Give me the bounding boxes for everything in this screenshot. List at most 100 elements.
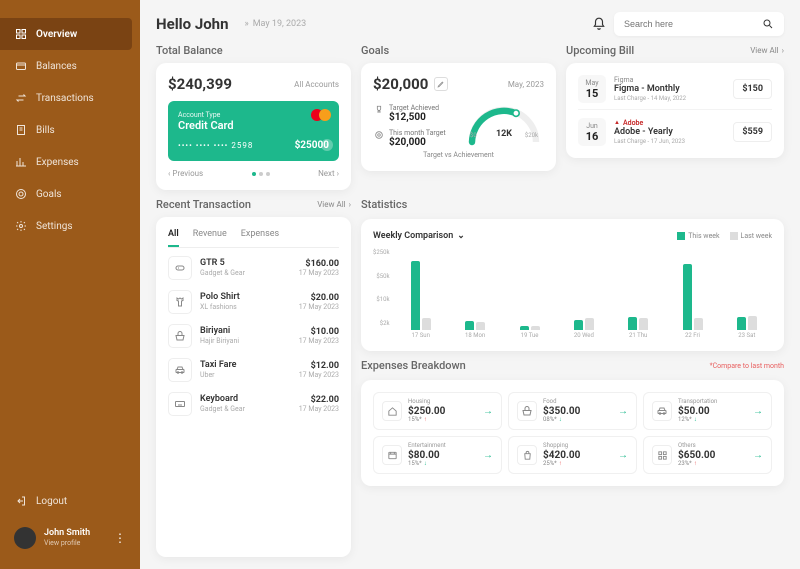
cc-number: •••• •••• •••• 2598 [178, 141, 253, 150]
exp-category: Transportation [678, 399, 747, 406]
bar-label: 21 Thu [629, 332, 647, 339]
right-column: Statistics Weekly Comparison⌄ This week … [361, 198, 784, 557]
tx-date: 17 May 2023 [299, 337, 339, 345]
transaction-item[interactable]: Polo ShirtXL fashions$20.0017 May 2023 [168, 290, 339, 314]
credit-card[interactable]: Account Type Credit Card •••• •••• •••• … [168, 101, 339, 161]
tx-sub: Hajir Biriyani [200, 337, 291, 345]
exp-pct: 15%* ↑ [408, 417, 477, 424]
achieved-val: $12,500 [389, 112, 439, 123]
bar-group: 17 Sun [411, 258, 431, 339]
exp-pct: 08%* ↓ [543, 417, 612, 424]
bill-sub: Last Charge - 14 May, 2022 [614, 95, 725, 102]
exp-value: $250.00 [408, 406, 477, 417]
bar-group: 22 Fri [683, 258, 703, 339]
tx-name: Taxi Fare [200, 360, 291, 371]
target-val: $20,000 [389, 137, 446, 148]
bill-item[interactable]: Jun16▲ AdobeAdobe - YearlyLast Charge - … [578, 118, 772, 146]
profile-name: John Smith [44, 528, 90, 539]
sidebar-label: Goals [36, 189, 62, 200]
car-icon [168, 358, 192, 382]
arrow-right-icon[interactable]: → [618, 406, 628, 417]
arrow-right-icon[interactable]: › [321, 139, 333, 151]
transaction-item[interactable]: GTR 5Gadget & Gear$160.0017 May 2023 [168, 256, 339, 280]
tab-all[interactable]: All [168, 229, 179, 247]
arrow-right-icon[interactable]: → [753, 406, 763, 417]
hello: Hello John [156, 15, 228, 33]
balance-amount: $240,399 [168, 75, 232, 93]
goal-month: May, 2023 [508, 80, 544, 89]
transaction-item[interactable]: Taxi FareUber$12.0017 May 2023 [168, 358, 339, 382]
expense-item[interactable]: Others$650.0023%* ↑→ [643, 436, 772, 474]
section-title: Total Balance [156, 44, 223, 57]
edit-icon[interactable] [434, 77, 448, 91]
stats-dropdown[interactable]: Weekly Comparison⌄ [373, 231, 465, 241]
bar-group: 23 Sat [737, 258, 757, 339]
transaction-item[interactable]: KeyboardGadget & Gear$22.0017 May 2023 [168, 392, 339, 416]
exp-category: Food [543, 399, 612, 406]
sidebar-item-balances[interactable]: Balances [0, 50, 140, 82]
profile[interactable]: John Smith View profile ⋮ [0, 517, 140, 559]
expense-item[interactable]: Shopping$420.0025%* ↑→ [508, 436, 637, 474]
grid-icon [652, 445, 672, 465]
exp-pct: 25%* ↑ [543, 461, 612, 468]
bar-label: 23 Sat [738, 332, 755, 339]
y-label: $50k [373, 273, 390, 280]
sidebar-item-overview[interactable]: Overview [0, 18, 132, 50]
logout-icon [14, 494, 28, 508]
bill-name: Figma - Monthly [614, 84, 725, 95]
sidebar-item-goals[interactable]: Goals [0, 178, 140, 210]
next-button[interactable]: Next › [318, 169, 339, 178]
bar-label: 17 Sun [411, 332, 429, 339]
arrow-right-icon[interactable]: → [483, 406, 493, 417]
expense-item[interactable]: Transportation$50.0012%* ↓→ [643, 392, 772, 430]
expense-item[interactable]: Entertainment$80.0015%* ↓→ [373, 436, 502, 474]
bill-name: Adobe - Yearly [614, 127, 725, 138]
sidebar-item-settings[interactable]: Settings [0, 210, 140, 242]
keyboard-icon [168, 392, 192, 416]
view-all[interactable]: View All › [317, 200, 351, 209]
grid-icon [14, 27, 28, 41]
arrow-right-icon[interactable]: → [753, 450, 763, 461]
prev-button[interactable]: ‹ Previous [168, 169, 203, 178]
tx-sub: Gadget & Gear [200, 269, 291, 277]
tx-sub: Uber [200, 371, 291, 379]
section-title: Statistics [361, 198, 407, 211]
exp-category: Housing [408, 399, 477, 406]
wallet-icon [14, 59, 28, 73]
search-input[interactable] [624, 19, 762, 29]
sidebar-item-bills[interactable]: Bills [0, 114, 140, 146]
sidebar-item-expenses[interactable]: Expenses [0, 146, 140, 178]
arrow-right-icon[interactable]: → [618, 450, 628, 461]
bill-item[interactable]: May15FigmaFigma - MonthlyLast Charge - 1… [578, 75, 772, 110]
bill-amount: $559 [733, 122, 772, 142]
sidebar-label: Settings [36, 221, 73, 232]
transaction-item[interactable]: BiriyaniHajir Biriyani$10.0017 May 2023 [168, 324, 339, 348]
more-icon[interactable]: ⋮ [114, 531, 126, 545]
search[interactable] [614, 12, 784, 36]
sidebar-item-transactions[interactable]: Transactions [0, 82, 140, 114]
arrow-right-icon[interactable]: → [483, 450, 493, 461]
bar-group: 19 Tue [520, 258, 540, 339]
logout-button[interactable]: Logout [0, 485, 140, 517]
tabs: All Revenue Expenses [168, 229, 339, 248]
achieved-label: Target Achieved [389, 104, 439, 112]
sidebar-label: Bills [36, 125, 55, 136]
bar-last-week [639, 318, 648, 330]
view-all[interactable]: View All › [750, 46, 784, 55]
bar-group: 18 Mon [465, 258, 485, 339]
expense-item[interactable]: Food$350.0008%* ↓→ [508, 392, 637, 430]
target-label: This month Target [389, 129, 446, 137]
bill-date: Jun16 [578, 118, 606, 146]
bar-label: 18 Mon [465, 332, 485, 339]
tx-amount: $20.00 [299, 293, 339, 303]
gauge: $0$20k 12K [464, 101, 544, 151]
tx-name: Polo Shirt [200, 292, 291, 303]
tab-expenses[interactable]: Expenses [241, 229, 279, 247]
carousel-dots [252, 169, 270, 178]
expense-item[interactable]: Housing$250.0015%* ↑ → [373, 392, 502, 430]
bar-last-week [694, 318, 703, 330]
bell-icon[interactable] [592, 17, 606, 31]
tab-revenue[interactable]: Revenue [193, 229, 227, 247]
sidebar: Overview Balances Transactions Bills Exp… [0, 0, 140, 569]
bill-icon [14, 123, 28, 137]
